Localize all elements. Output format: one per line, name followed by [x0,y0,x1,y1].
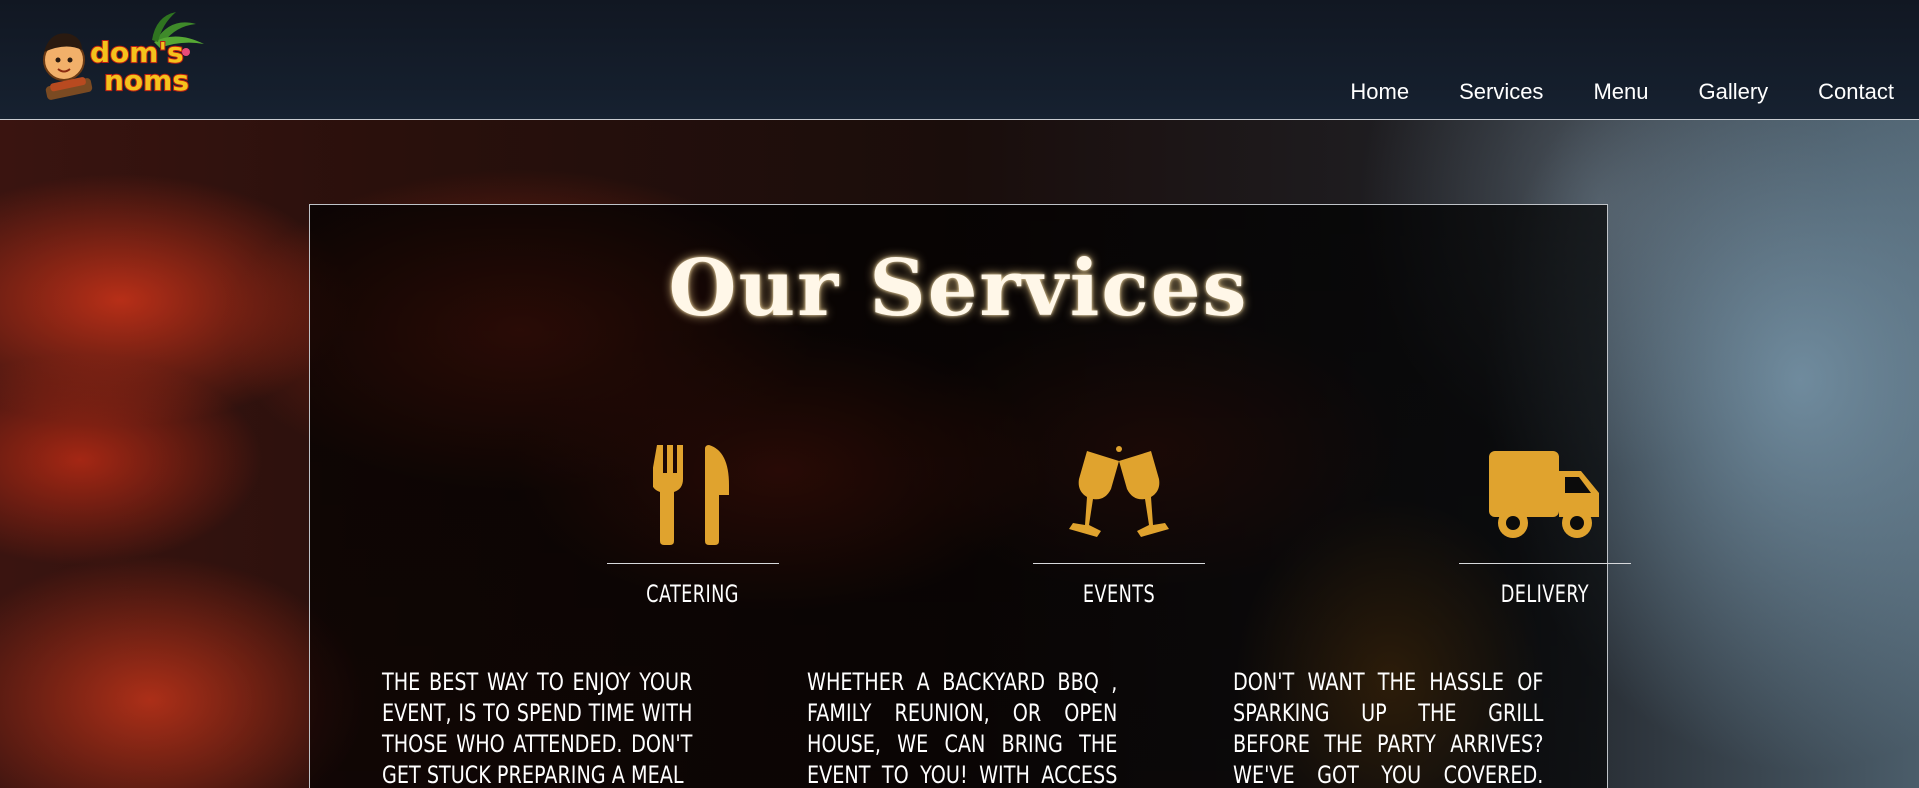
nav-services-link[interactable]: Services [1434,74,1568,110]
service-delivery: DELIVERY [1385,445,1705,608]
service-description-catering: The best way to enjoy your event, is to … [382,668,693,788]
nav-home-link[interactable]: Home [1325,74,1434,110]
fork-knife-icon [653,445,729,545]
main-nav: Home Services Menu Gallery Contact [1325,74,1894,110]
divider [1459,563,1631,564]
service-description-events: Whether a backyard BBQ , family reunion,… [807,668,1118,788]
service-catering: CATERING [533,445,853,608]
service-heading-delivery: DELIVERY [1500,580,1590,608]
nav-contact-link[interactable]: Contact [1793,74,1894,110]
delivery-truck-icon [1489,451,1599,538]
service-heading-catering: CATERING [646,580,740,608]
service-events: EVENTS [959,445,1279,608]
nav-gallery-link[interactable]: Gallery [1673,74,1793,110]
services-panel: Our Services CATERING EVENTS DELIVERY TH… [309,204,1631,788]
svg-text:noms: noms [104,64,189,97]
service-heading-events: EVENTS [1082,580,1156,608]
site-header: dom's noms Home Services Menu Gallery Co… [0,0,1919,120]
services-title: Our Services [668,243,1249,334]
divider [1033,563,1205,564]
service-description-delivery: Don't want the hassle of sparking up the… [1233,668,1544,788]
divider [607,563,779,564]
wine-glasses-toast-icon [1069,446,1169,537]
nav-menu-link[interactable]: Menu [1568,74,1673,110]
site-logo[interactable]: dom's noms [36,12,208,104]
